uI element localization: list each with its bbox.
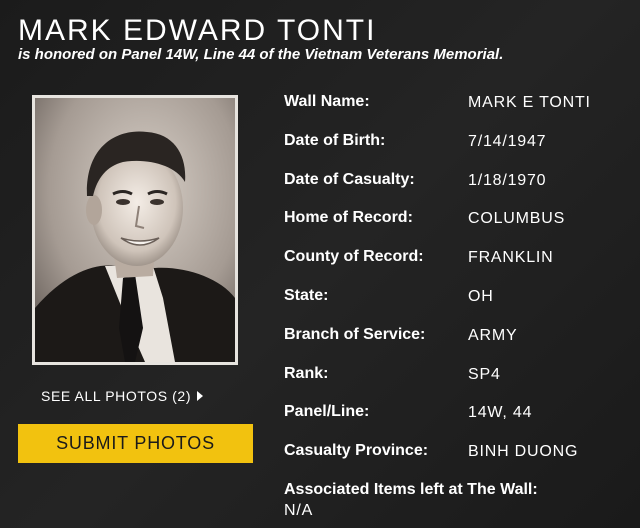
field-value: 7/14/1947 xyxy=(468,133,547,150)
field-row-county-of-record: County of Record: FRANKLIN xyxy=(284,248,624,274)
field-row-state: State: OH xyxy=(284,287,624,313)
field-label: Rank: xyxy=(284,365,329,382)
field-label: Home of Record: xyxy=(284,209,413,226)
field-value: SP4 xyxy=(468,366,501,383)
field-label: County of Record: xyxy=(284,248,424,265)
field-label: Date of Casualty: xyxy=(284,171,415,188)
see-all-photos-label: SEE ALL PHOTOS (2) xyxy=(41,388,192,404)
see-all-photos-link[interactable]: SEE ALL PHOTOS (2) xyxy=(41,388,204,404)
portrait-image xyxy=(35,98,235,362)
field-label: Panel/Line: xyxy=(284,403,370,420)
veteran-photo[interactable] xyxy=(32,95,238,365)
field-value: BINH DUONG xyxy=(468,443,579,460)
field-label: Date of Birth: xyxy=(284,132,386,149)
memorial-subtitle: is honored on Panel 14W, Line 44 of the … xyxy=(18,46,504,63)
field-row-date-of-birth: Date of Birth: 7/14/1947 xyxy=(284,132,624,158)
field-value: MARK E TONTI xyxy=(468,94,591,111)
field-row-home-of-record: Home of Record: COLUMBUS xyxy=(284,209,624,235)
submit-photos-button[interactable]: SUBMIT PHOTOS xyxy=(18,424,253,463)
veteran-name: MARK EDWARD TONTI xyxy=(18,14,377,47)
field-label: Wall Name: xyxy=(284,93,370,110)
field-value: 1/18/1970 xyxy=(468,172,547,189)
field-row-casualty-province: Casualty Province: BINH DUONG xyxy=(284,442,624,468)
field-label: Casualty Province: xyxy=(284,442,429,459)
field-row-date-of-casualty: Date of Casualty: 1/18/1970 xyxy=(284,171,624,197)
field-value: FRANKLIN xyxy=(468,249,554,266)
field-value: 14W, 44 xyxy=(468,404,533,421)
associated-items-value: N/A xyxy=(284,502,314,519)
field-value: COLUMBUS xyxy=(468,210,566,227)
field-label: Branch of Service: xyxy=(284,326,426,343)
field-label: State: xyxy=(284,287,329,304)
field-row-branch-of-service: Branch of Service: ARMY xyxy=(284,326,624,352)
associated-items-label: Associated Items left at The Wall: xyxy=(284,481,538,498)
field-row-wall-name: Wall Name: MARK E TONTI xyxy=(284,93,624,119)
field-row-rank: Rank: SP4 xyxy=(284,365,624,391)
field-row-panel-line: Panel/Line: 14W, 44 xyxy=(284,403,624,429)
field-value: ARMY xyxy=(468,327,518,344)
field-value: OH xyxy=(468,288,494,305)
caret-right-icon xyxy=(197,391,204,401)
field-row-associated-items: Associated Items left at The Wall: N/A xyxy=(284,481,624,527)
